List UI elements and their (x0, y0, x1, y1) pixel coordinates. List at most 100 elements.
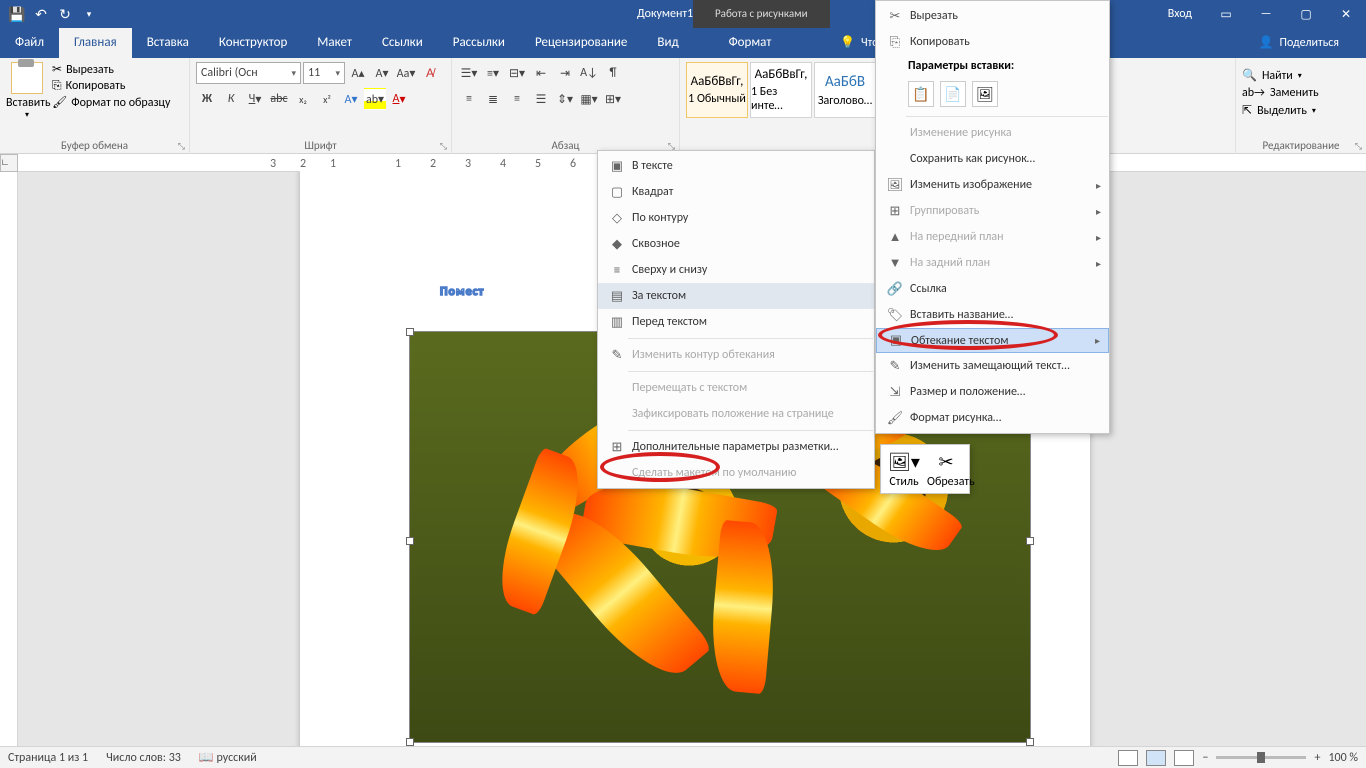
underline-icon[interactable]: Ч▾ (244, 88, 266, 110)
tab-mailings[interactable]: Рассылки (438, 28, 520, 58)
indent-icon[interactable]: ⇥ (554, 62, 576, 84)
resize-handle[interactable] (406, 738, 414, 746)
align-left-icon[interactable]: ≡ (458, 88, 480, 110)
italic-icon[interactable]: К (220, 88, 242, 110)
highlight-icon[interactable]: ab▾ (364, 88, 386, 110)
show-marks-icon[interactable]: ¶ (602, 62, 624, 84)
wrap-behind[interactable]: ▤За текстом (598, 283, 874, 309)
redo-icon[interactable]: ↻ (54, 3, 76, 25)
status-wordcount[interactable]: Число слов: 33 (106, 751, 181, 765)
tab-references[interactable]: Ссылки (367, 28, 438, 58)
ctx-size-position[interactable]: ⇲Размер и положение… (876, 379, 1109, 405)
status-language[interactable]: 📖 русский (199, 750, 257, 765)
tab-file[interactable]: Файл (0, 28, 59, 58)
replace-button[interactable]: ab→Заменить (1242, 86, 1360, 100)
ctx-caption[interactable]: 🏷Вставить название… (876, 302, 1109, 328)
tab-selector[interactable]: ∟ (0, 154, 18, 172)
tab-home[interactable]: Главная (59, 28, 132, 58)
select-button[interactable]: ⇱Выделить▾ (1242, 103, 1360, 118)
text-effects-icon[interactable]: A▾ (340, 88, 362, 110)
maximize-icon[interactable]: ▢ (1286, 0, 1326, 28)
style-button[interactable]: 🖼▾Стиль (885, 449, 923, 489)
font-name-combo[interactable]: Calibri (Осн▾ (196, 62, 301, 84)
resize-handle[interactable] (1026, 537, 1034, 545)
strike-icon[interactable]: abc (268, 88, 290, 110)
tab-design[interactable]: Конструктор (204, 28, 302, 58)
style-heading1[interactable]: АаБбВЗаголово… (814, 62, 876, 118)
style-nospacing[interactable]: АаБбВвГг,1 Без инте… (750, 62, 812, 118)
superscript-icon[interactable]: x² (316, 88, 338, 110)
zoom-level[interactable]: 100 % (1328, 751, 1358, 765)
paste-option-2[interactable]: 📄 (940, 81, 966, 107)
numbering-icon[interactable]: ≡▾ (482, 62, 504, 84)
undo-icon[interactable]: ↶ (30, 3, 52, 25)
borders-icon[interactable]: ⊞▾ (602, 88, 624, 110)
paste-button[interactable]: Вставить▾ (6, 62, 48, 120)
font-size-combo[interactable]: 11▾ (303, 62, 345, 84)
align-center-icon[interactable]: ≣ (482, 88, 504, 110)
close-icon[interactable]: ✕ (1326, 0, 1366, 28)
qat-customize-icon[interactable]: ▾ (78, 3, 100, 25)
shrink-font-icon[interactable]: A▾ (371, 62, 393, 84)
resize-handle[interactable] (406, 537, 414, 545)
ctx-cut[interactable]: ✂Вырезать (876, 3, 1109, 29)
paste-option-1[interactable]: 📋 (908, 81, 934, 107)
multilevel-icon[interactable]: ⊟▾ (506, 62, 528, 84)
shading-icon[interactable]: ▦▾ (578, 88, 600, 110)
font-color-icon[interactable]: A▾ (388, 88, 410, 110)
view-print-icon[interactable] (1146, 750, 1166, 766)
login-link[interactable]: Вход (1158, 7, 1202, 21)
view-web-icon[interactable] (1174, 750, 1194, 766)
status-page[interactable]: Страница 1 из 1 (8, 751, 88, 765)
ctx-save-as-picture[interactable]: Сохранить как рисунок… (876, 146, 1109, 172)
tab-insert[interactable]: Вставка (132, 28, 204, 58)
wrap-topbottom[interactable]: ≡Сверху и снизу (598, 257, 874, 283)
wrap-tight[interactable]: ◇По контуру (598, 205, 874, 231)
ctx-alt-text[interactable]: ✎Изменить замещающий текст… (876, 353, 1109, 379)
bold-icon[interactable]: Ж (196, 88, 218, 110)
ctx-format-picture[interactable]: 🖌Формат рисунка… (876, 405, 1109, 431)
wrap-fix: Зафиксировать положение на странице (598, 401, 874, 427)
align-right-icon[interactable]: ≡ (506, 88, 528, 110)
tab-view[interactable]: Вид (642, 28, 693, 58)
wrap-inline[interactable]: ▣В тексте (598, 153, 874, 179)
clear-format-icon[interactable]: A̸ (419, 62, 441, 84)
outdent-icon[interactable]: ⇤ (530, 62, 552, 84)
bullets-icon[interactable]: ☰▾ (458, 62, 480, 84)
zoom-in-icon[interactable]: + (1314, 751, 1320, 765)
tab-review[interactable]: Рецензирование (520, 28, 642, 58)
ctx-copy[interactable]: ⎘Копировать (876, 29, 1109, 55)
crop-button[interactable]: ✂Обрезать (927, 449, 965, 489)
wrap-square[interactable]: ▢Квадрат (598, 179, 874, 205)
ctx-change-image[interactable]: 🖼Изменить изображение▸ (876, 172, 1109, 198)
subscript-icon[interactable]: x₂ (292, 88, 314, 110)
style-normal[interactable]: АаБбВвГг,1 Обычный (686, 62, 748, 118)
cut-button[interactable]: ✂Вырезать (52, 62, 170, 77)
share-button[interactable]: 👤Поделиться (1244, 28, 1354, 58)
format-painter-button[interactable]: 🖌Формат по образцу (52, 95, 170, 110)
ribbon-options-icon[interactable]: ▭ (1206, 0, 1246, 28)
find-button[interactable]: 🔍Найти▾ (1242, 68, 1360, 83)
tab-format[interactable]: Формат (700, 28, 800, 58)
paste-option-3[interactable]: 🖼 (972, 81, 998, 107)
wrap-more[interactable]: ⊞Дополнительные параметры разметки… (598, 434, 874, 460)
grow-font-icon[interactable]: A▴ (347, 62, 369, 84)
vertical-ruler[interactable] (0, 172, 18, 746)
justify-icon[interactable]: ☰ (530, 88, 552, 110)
ctx-wrap-text[interactable]: ▣Обтекание текстом▸ (876, 328, 1109, 353)
view-read-icon[interactable] (1118, 750, 1138, 766)
line-spacing-icon[interactable]: ⇕▾ (554, 88, 576, 110)
change-case-icon[interactable]: Aa▾ (395, 62, 417, 84)
resize-handle[interactable] (1026, 738, 1034, 746)
zoom-slider[interactable] (1216, 756, 1306, 759)
save-icon[interactable]: 💾 (6, 3, 28, 25)
tab-layout[interactable]: Макет (302, 28, 367, 58)
sort-icon[interactable]: A↓ (578, 62, 600, 84)
zoom-out-icon[interactable]: − (1202, 751, 1208, 765)
minimize-icon[interactable]: — (1246, 0, 1286, 28)
wrap-front[interactable]: ▥Перед текстом (598, 309, 874, 335)
ctx-link[interactable]: 🔗Ссылка (876, 276, 1109, 302)
resize-handle[interactable] (406, 328, 414, 336)
wrap-through[interactable]: ◆Сквозное (598, 231, 874, 257)
copy-button[interactable]: ⎘Копировать (52, 79, 170, 93)
